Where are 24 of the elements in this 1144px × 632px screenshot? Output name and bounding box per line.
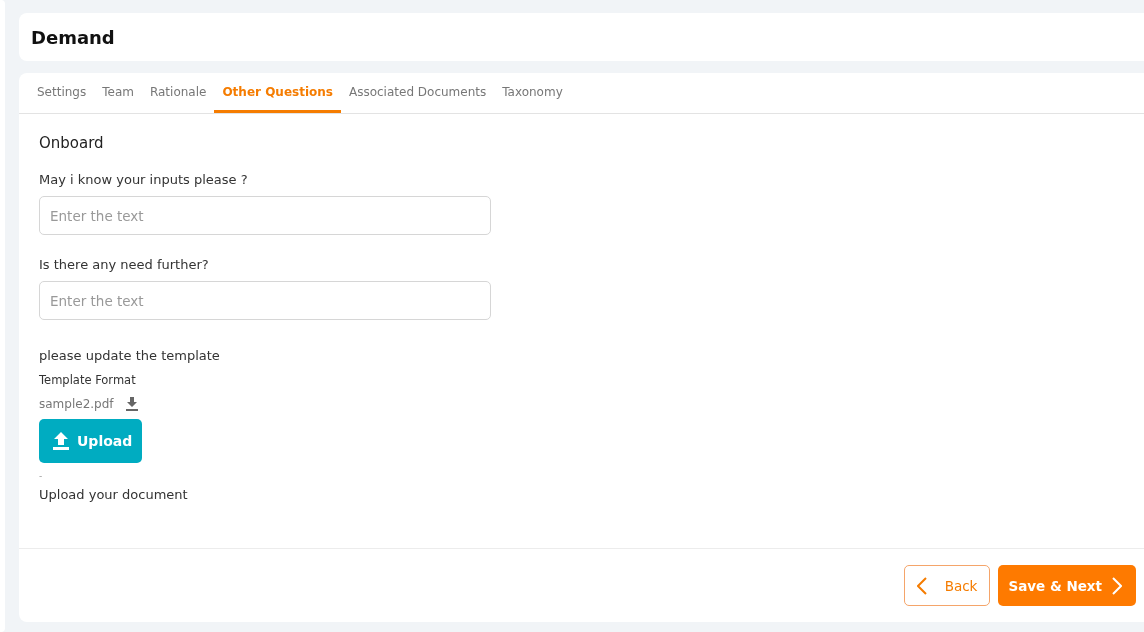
input-field[interactable]: Enter the text bbox=[39, 281, 491, 320]
tab[interactable]: Rationale bbox=[141, 73, 215, 113]
chevron-right-icon bbox=[1112, 576, 1122, 595]
back-button[interactable]: Back bbox=[903, 565, 991, 606]
input-field[interactable]: Enter the text bbox=[39, 196, 491, 235]
upload-button[interactable]: Upload bbox=[39, 419, 143, 463]
format-label: Template Format bbox=[39, 373, 136, 387]
question-label: May i know your inputs please ? bbox=[39, 172, 248, 187]
note-text: - bbox=[39, 471, 43, 481]
file-name: sample2.pdf bbox=[39, 397, 114, 411]
tab[interactable]: Settings bbox=[29, 73, 95, 113]
page-title: Demand bbox=[31, 26, 115, 48]
section-title: Onboard bbox=[39, 134, 104, 152]
question-label: Upload your document bbox=[39, 487, 188, 502]
question-label: please update the template bbox=[39, 348, 220, 363]
download-icon[interactable] bbox=[125, 397, 138, 411]
tab[interactable]: Taxonomy bbox=[494, 73, 571, 113]
chevron-left-icon bbox=[916, 576, 927, 595]
tab[interactable]: Team bbox=[94, 73, 142, 113]
question-label: Is there any need further? bbox=[39, 257, 209, 272]
upload-icon bbox=[53, 432, 69, 450]
save-next-button[interactable]: Save & Next bbox=[998, 565, 1136, 606]
tab[interactable]: Associated Documents bbox=[340, 73, 495, 113]
tab[interactable]: Other Questions bbox=[214, 73, 341, 113]
